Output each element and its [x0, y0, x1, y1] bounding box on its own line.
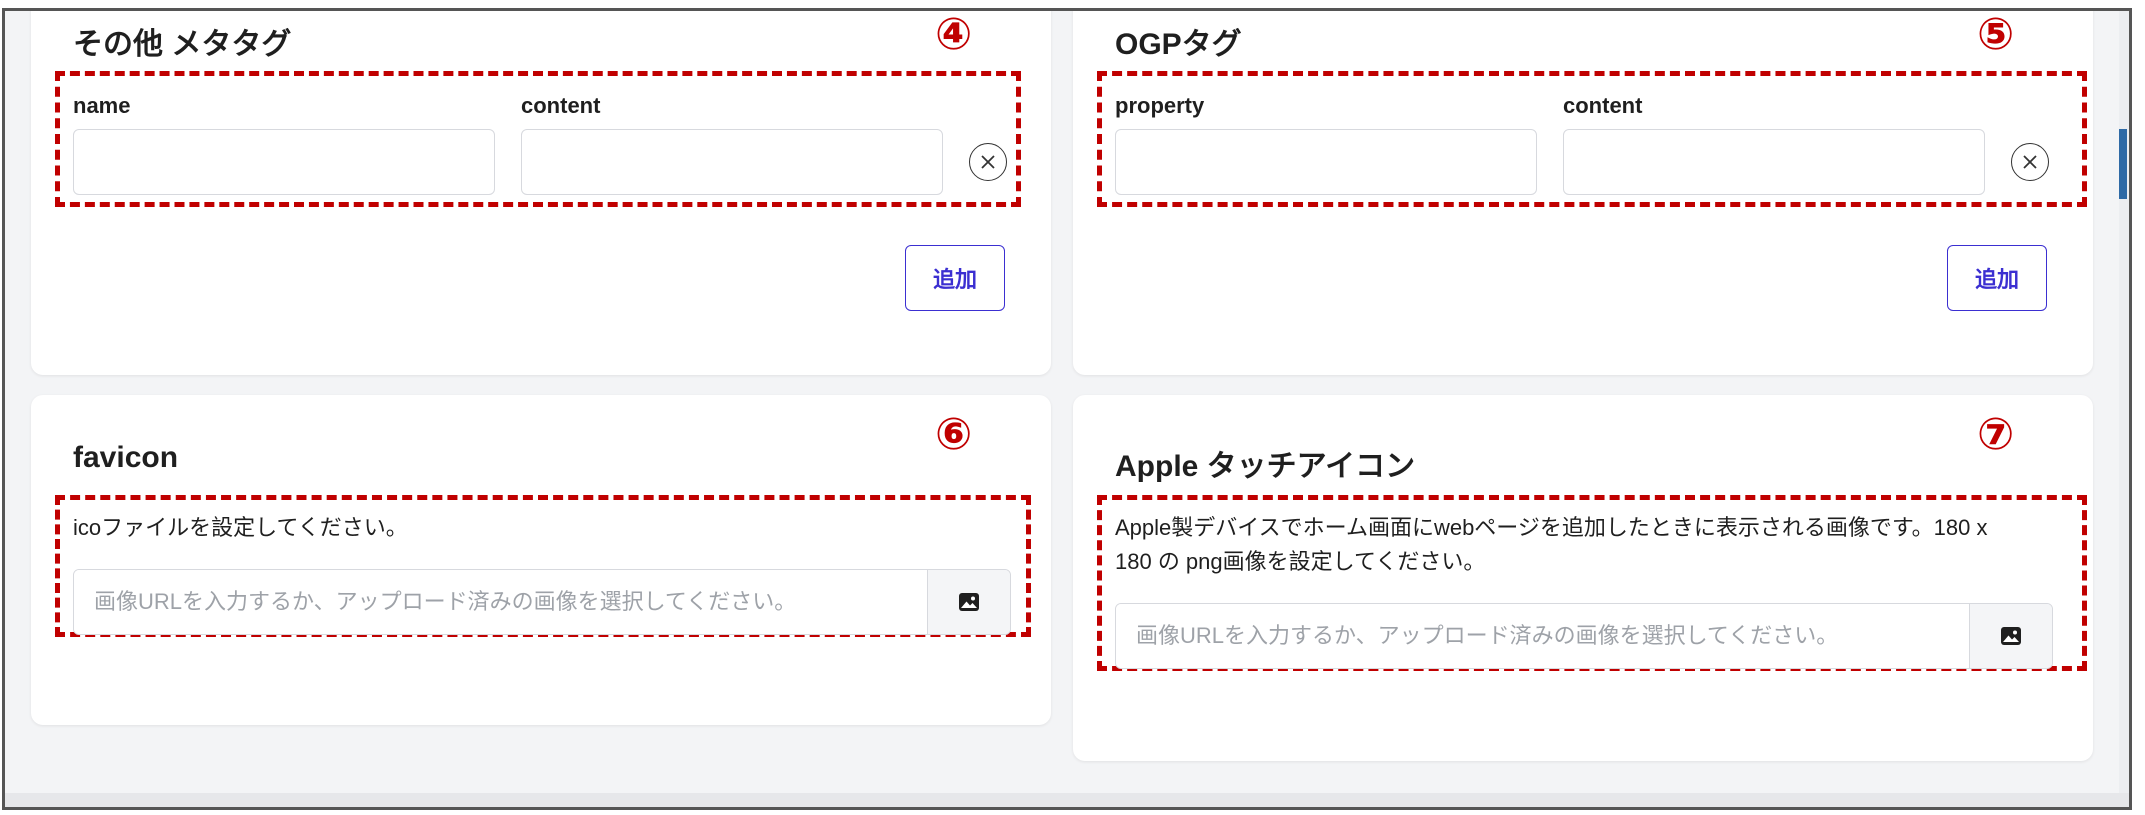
remove-meta-row-button[interactable] [969, 143, 1007, 181]
ogp-content-label: content [1563, 93, 1643, 118]
apple-touch-icon-select-image-button[interactable] [1969, 604, 2052, 668]
favicon-card: favicon ⑥ icoファイルを設定してください。 [31, 395, 1051, 725]
annotation-marker-7: ⑦ [1977, 410, 2015, 459]
image-icon [2001, 627, 2021, 645]
add-ogp-tag-button[interactable]: 追加 [1947, 245, 2047, 311]
meta-tags-title: その他 メタタグ [73, 28, 292, 61]
favicon-select-image-button[interactable] [927, 570, 1010, 634]
edge-tab [2119, 129, 2127, 199]
apple-touch-icon-url-group [1115, 603, 2053, 669]
apple-touch-icon-description: Apple製デバイスでホーム画面にwebページを追加したときに表示される画像です… [1115, 511, 1988, 579]
favicon-description: icoファイルを設定してください。 [73, 515, 408, 540]
apple-touch-icon-title: Apple タッチアイコン [1115, 450, 1416, 483]
ogp-tags-card: OGPタグ ⑤ property content 追加 [1073, 10, 2093, 375]
favicon-url-group [73, 569, 1011, 635]
close-circle-icon [2023, 155, 2037, 169]
bottom-strip [5, 793, 2129, 807]
meta-content-input[interactable] [521, 129, 943, 195]
ogp-content-input[interactable] [1563, 129, 1985, 195]
annotation-marker-6: ⑥ [935, 410, 973, 459]
apple-description-line-2: 180 の png画像を設定してください。 [1115, 549, 1486, 574]
meta-name-input[interactable] [73, 129, 495, 195]
property-label: property [1115, 93, 1205, 118]
close-circle-icon [981, 155, 995, 169]
favicon-url-input[interactable] [74, 570, 927, 634]
apple-description-line-1: Apple製デバイスでホーム画面にwebページを追加したときに表示される画像です… [1115, 515, 1988, 540]
add-meta-tag-button[interactable]: 追加 [905, 245, 1005, 311]
apple-touch-icon-url-input[interactable] [1116, 604, 1969, 668]
annotation-marker-4: ④ [935, 10, 973, 59]
meta-tags-card: その他 メタタグ ④ name content 追加 [31, 10, 1051, 375]
annotation-marker-5: ⑤ [1977, 10, 2015, 59]
apple-touch-icon-card: Apple タッチアイコン ⑦ Apple製デバイスでホーム画面にwebページを… [1073, 395, 2093, 761]
content-label: content [521, 93, 601, 118]
remove-ogp-row-button[interactable] [2011, 143, 2049, 181]
image-icon [959, 593, 979, 611]
ogp-property-input[interactable] [1115, 129, 1537, 195]
ogp-tags-title: OGPタグ [1115, 28, 1242, 61]
window-frame: その他 メタタグ ④ name content 追加 OGPタグ ⑤ prope… [2, 8, 2132, 810]
favicon-title: favicon [73, 441, 179, 474]
name-label: name [73, 93, 131, 118]
